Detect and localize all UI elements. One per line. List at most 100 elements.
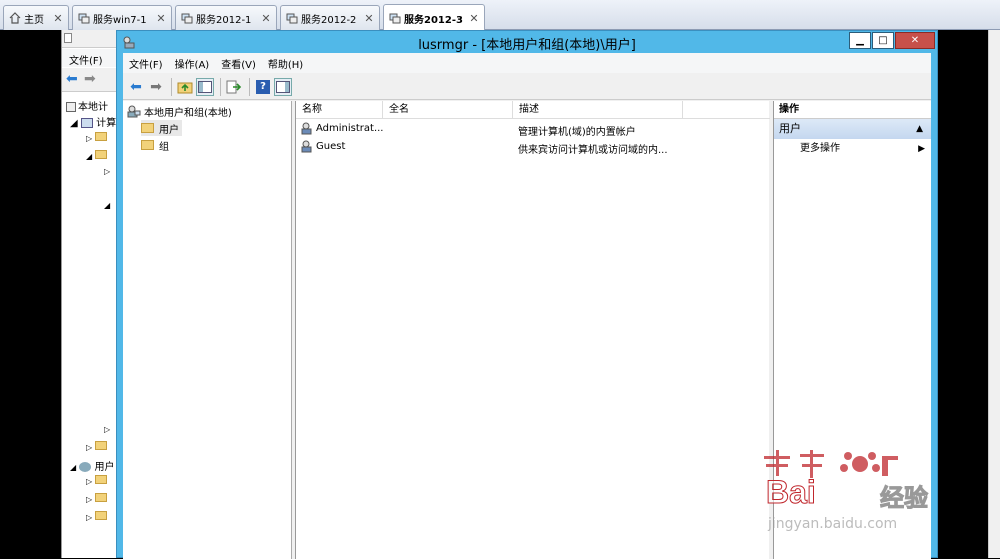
list-item[interactable]: Administrat... 管理计算机(域)的内置帐户 [296, 120, 770, 138]
tab-label: 服务2012-1 [196, 14, 252, 26]
action-pane-icon [276, 80, 290, 93]
tree-item-expanded[interactable]: ◢ [86, 150, 108, 162]
close-button[interactable]: ✕ [895, 32, 935, 49]
folder-icon [141, 140, 154, 150]
user-description: 管理计算机(域)的内置帐户 [518, 127, 636, 138]
title-bar[interactable]: lusrmgr - [本地用户和组(本地)\用户] ▁ □ ✕ [117, 31, 937, 53]
column-header-name[interactable]: 名称 [296, 101, 383, 119]
actions-header: 操作 [774, 101, 931, 119]
back-arrow-icon[interactable]: ⬅ [66, 72, 78, 86]
tab-2012-2[interactable]: 服务2012-2 ✕ [280, 5, 380, 30]
column-header-fullname[interactable]: 全名 [383, 101, 513, 119]
window-client: 文件(F) 操作(A) 查看(V) 帮助(H) ⬅ ➡ ? 本地用户和组(本地) [123, 53, 931, 559]
folder-icon [95, 493, 108, 502]
expand-icon: ◢ [70, 463, 77, 472]
console-tree-icon [198, 80, 212, 93]
tab-label: 主页 [24, 14, 44, 26]
back-button[interactable]: ⬅ [127, 78, 145, 96]
folder-icon [95, 132, 108, 141]
minimize-button[interactable]: ▁ [849, 32, 871, 49]
toolbar: ⬅ ➡ ? [123, 74, 931, 100]
tree-root[interactable]: 本地用户和组(本地) [127, 103, 232, 119]
console-tree: 本地用户和组(本地) 用户 组 [123, 101, 292, 559]
submenu-arrow-icon: ▶ [918, 144, 925, 154]
tab-home[interactable]: 主页 ✕ [3, 5, 69, 30]
bg-tree-item[interactable]: ◢ 计算 [70, 114, 116, 129]
user-name: Guest [316, 141, 346, 152]
forward-arrow-icon[interactable]: ➡ [84, 72, 96, 86]
bg-tree-root[interactable]: 本地计 [66, 98, 108, 113]
tree-item-expanded[interactable]: ◢ [104, 201, 110, 210]
close-icon[interactable]: ✕ [469, 12, 479, 25]
folder-icon [95, 441, 108, 450]
server-icon [286, 13, 298, 24]
tree-item-collapsed[interactable]: ▷ [86, 441, 108, 453]
server-icon [389, 13, 401, 24]
forward-button[interactable]: ➡ [147, 78, 165, 96]
folder-up-icon [177, 82, 193, 93]
up-level-button[interactable] [176, 78, 194, 96]
maximize-button[interactable]: □ [872, 32, 894, 49]
show-hide-action-pane-button[interactable] [274, 77, 292, 96]
tab-label: 服务win7-1 [93, 14, 147, 26]
server-icon [78, 13, 90, 24]
tab-win7-1[interactable]: 服务win7-1 ✕ [72, 5, 172, 30]
help-icon: ? [256, 79, 270, 94]
menu-view[interactable]: 查看(V) [215, 56, 262, 71]
list-item[interactable]: Guest 供来宾访问计算机或访问域的内... [296, 138, 770, 156]
doc-icon [64, 33, 72, 43]
export-icon [226, 80, 242, 93]
tab-label: 服务2012-2 [301, 14, 357, 26]
more-actions-item[interactable]: 更多操作 ▶ [774, 139, 931, 159]
tree-item-collapsed[interactable]: ▷ [86, 132, 108, 144]
lusrmgr-window: lusrmgr - [本地用户和组(本地)\用户] ▁ □ ✕ 文件(F) 操作… [116, 30, 938, 559]
close-icon[interactable]: ✕ [53, 12, 63, 25]
folder-icon [95, 150, 108, 159]
list-header: 名称 全名 描述 [296, 101, 770, 119]
actions-pane: 操作 用户 ▲ 更多操作 ▶ [773, 101, 931, 559]
user-name: Administrat... [316, 123, 384, 134]
bg-tree-item[interactable]: ◢ 用户 [70, 458, 115, 473]
window-title: lusrmgr - [本地用户和组(本地)\用户] [418, 38, 636, 53]
close-icon[interactable]: ✕ [364, 12, 374, 25]
tree-item-collapsed[interactable]: ▷ [86, 511, 108, 523]
expand-icon: ◢ [70, 118, 78, 129]
tree-item-collapsed[interactable]: ▷ [104, 167, 110, 176]
tree-item-collapsed[interactable]: ▷ [104, 425, 110, 434]
forward-arrow-icon: ➡ [150, 78, 162, 95]
tree-item-users[interactable]: 用户 [141, 120, 182, 136]
user-description: 供来宾访问计算机或访问域的内... [518, 145, 668, 156]
computer-icon [66, 102, 76, 112]
background-window: 文件(F) ⬅ ➡ 本地计 ◢ 计算 ▷ ◢ ▷ ◢ ▷ ▷ ◢ 用户 ▷ ▷ … [61, 30, 119, 558]
user-icon [301, 140, 312, 153]
close-icon[interactable]: ✕ [261, 12, 271, 25]
server-icon [181, 13, 193, 24]
menu-help[interactable]: 帮助(H) [262, 56, 309, 71]
close-icon[interactable]: ✕ [156, 12, 166, 25]
home-icon [9, 12, 21, 24]
actions-section-users[interactable]: 用户 ▲ [774, 119, 931, 139]
folder-icon [95, 475, 108, 484]
export-list-button[interactable] [225, 78, 243, 96]
tab-2012-1[interactable]: 服务2012-1 ✕ [175, 5, 277, 30]
tree-item-groups[interactable]: 组 [141, 137, 169, 153]
bg-menu-file[interactable]: 文件(F) [69, 52, 103, 67]
menu-file[interactable]: 文件(F) [123, 56, 169, 71]
show-hide-tree-button[interactable] [196, 77, 214, 96]
folder-icon [95, 511, 108, 520]
user-icon [301, 122, 312, 135]
result-list: 名称 全名 描述 Administrat... 管理计算机(域)的内置帐户 Gu… [295, 101, 770, 559]
tab-label: 服务2012-3 [404, 14, 463, 26]
help-button[interactable]: ? [254, 78, 272, 96]
collapse-arrow-icon[interactable]: ▲ [916, 119, 923, 139]
users-icon [79, 462, 92, 472]
column-header-description[interactable]: 描述 [513, 101, 683, 119]
tree-item-collapsed[interactable]: ▷ [86, 493, 108, 505]
tree-item-collapsed[interactable]: ▷ [86, 475, 108, 487]
vertical-scrollbar[interactable] [988, 30, 1000, 558]
menu-action[interactable]: 操作(A) [169, 56, 216, 71]
folder-icon [141, 123, 154, 133]
tab-bar: 主页 ✕ 服务win7-1 ✕ 服务2012-1 ✕ 服务2012-2 ✕ 服务… [0, 0, 1000, 31]
tab-2012-3[interactable]: 服务2012-3 ✕ [383, 4, 485, 31]
menu-bar: 文件(F) 操作(A) 查看(V) 帮助(H) [123, 53, 931, 73]
